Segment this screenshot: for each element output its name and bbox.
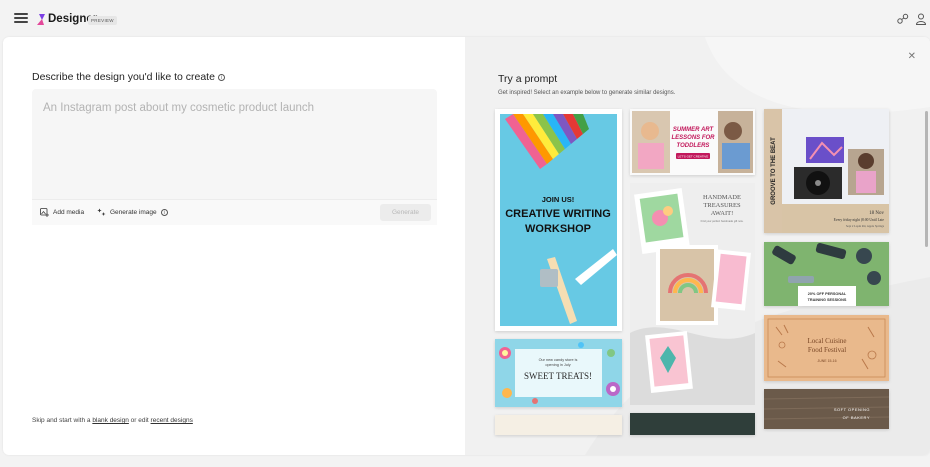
add-media-label: Add media (53, 209, 85, 216)
groove-vertical-title: GROOVE TO THE BEAT (771, 137, 777, 205)
generate-image-button[interactable]: Generate image i (97, 208, 168, 217)
summer-title-line2: LESSONS FOR (671, 135, 715, 141)
handmade-small: Find your perfect handmade gift now. (701, 219, 744, 223)
example-creative-writing[interactable]: JOIN US! CREATIVE WRITING WORKSHOP (495, 109, 622, 331)
generate-image-label: Generate image (110, 209, 157, 216)
handmade-line2: TREASURES (703, 202, 741, 209)
example-summer-art[interactable]: SUMMER ART LESSONS FOR TODDLERS LET'S GE… (630, 109, 755, 175)
add-media-icon (40, 208, 49, 217)
example-partial-left[interactable] (495, 415, 622, 435)
example-bakery-opening[interactable]: SOFT OPENING OF BAKERY (764, 389, 889, 429)
prompt-toolbar: Add media Generate image i Generate (32, 199, 437, 225)
generate-image-info-icon[interactable]: i (160, 209, 168, 216)
example-personal-training[interactable]: 20% OFF PERSONAL TRAINING SESSIONS (764, 242, 889, 306)
gallery-scrollbar[interactable] (925, 111, 928, 247)
example-partial-middle[interactable] (630, 413, 755, 435)
main-card: Describe the design you'd like to create… (3, 37, 930, 455)
example-food-festival[interactable]: Local Cuisine Food Festival JUNE 15-16 (764, 315, 889, 381)
add-media-button[interactable]: Add media (40, 208, 84, 217)
summer-cta: LET'S GET CREATIVE (678, 155, 709, 159)
training-line2: TRAINING SESSIONS (808, 298, 847, 302)
handmade-line3: AWAIT! (711, 210, 734, 217)
prompt-input[interactable]: An Instagram post about my cosmetic prod… (32, 89, 437, 225)
generate-image-icon (97, 208, 106, 216)
try-prompt-panel: ✕ Try a prompt Get inspired! Select an e… (465, 37, 930, 455)
describe-label-text: Describe the design you'd like to create (32, 71, 215, 83)
info-icon[interactable]: i (217, 73, 225, 81)
groove-beat-art: GROOVE TO THE BEAT 18 Nov Every friday n… (764, 109, 889, 233)
writing-join-text: JOIN US! (542, 195, 575, 204)
blank-design-link[interactable]: blank design (92, 417, 129, 424)
preview-badge: PREVIEW (88, 16, 117, 25)
try-prompt-subtitle: Get inspired! Select an example below to… (498, 90, 676, 96)
summer-title-line3: TODDLERS (677, 143, 710, 149)
summer-title-line1: SUMMER ART (673, 127, 715, 133)
prompt-placeholder[interactable]: An Instagram post about my cosmetic prod… (43, 102, 314, 114)
example-handmade-treasures[interactable]: HANDMADE TREASURES AWAIT! Find your perf… (630, 183, 755, 405)
bakery-art: SOFT OPENING OF BAKERY (764, 389, 889, 429)
writing-title-line2: WORKSHOP (525, 223, 591, 235)
account-icon[interactable] (914, 12, 928, 26)
describe-label: Describe the design you'd like to create… (32, 71, 225, 83)
recent-designs-link[interactable]: recent designs (151, 417, 193, 424)
writing-title-line1: CREATIVE WRITING (505, 208, 611, 220)
handmade-line1: HANDMADE (703, 194, 741, 201)
close-icon[interactable]: ✕ (908, 51, 916, 62)
cuisine-line2: Food Festival (808, 346, 846, 354)
bakery-line2: OF BAKERY (843, 415, 870, 420)
handmade-collage-art: HANDMADE TREASURES AWAIT! Find your perf… (630, 183, 755, 405)
footer-prefix: Skip and start with a (32, 417, 91, 424)
cuisine-line1: Local Cuisine (807, 337, 846, 345)
sweet-small-1: Our new candy store is (539, 358, 578, 362)
footer-middle: or edit (130, 417, 149, 424)
training-line1: 20% OFF PERSONAL (808, 292, 847, 296)
sweet-treats-art: Our new candy store is opening in July S… (495, 339, 622, 407)
generate-button[interactable]: Generate (380, 204, 431, 221)
summer-art-art: SUMMER ART LESSONS FOR TODDLERS LET'S GE… (630, 109, 755, 175)
try-prompt-title: Try a prompt (498, 73, 558, 85)
groove-info-1: Every friday night (8:00 Until Late (834, 218, 885, 222)
designer-logo-icon (37, 14, 45, 25)
example-sweet-treats[interactable]: Our new candy store is opening in July S… (495, 339, 622, 407)
creative-writing-art: JOIN US! CREATIVE WRITING WORKSHOP (500, 114, 617, 326)
share-icon[interactable] (896, 12, 910, 26)
groove-date: 18 Nov (869, 211, 884, 216)
example-groove-beat[interactable]: GROOVE TO THE BEAT 18 Nov Every friday n… (764, 109, 889, 233)
bakery-line1: SOFT OPENING (834, 407, 870, 412)
footer-text: Skip and start with a blank design or ed… (32, 417, 193, 424)
top-bar: Designer PREVIEW (0, 0, 930, 38)
sweet-title: SWEET TREATS! (524, 371, 592, 381)
sweet-small-2: opening in July (545, 363, 570, 367)
food-festival-art: Local Cuisine Food Festival JUNE 15-16 (764, 315, 889, 381)
hamburger-icon[interactable] (14, 13, 28, 23)
prompt-panel: Describe the design you'd like to create… (3, 37, 465, 455)
cuisine-date: JUNE 15-16 (817, 359, 836, 363)
personal-training-art: 20% OFF PERSONAL TRAINING SESSIONS (764, 242, 889, 306)
